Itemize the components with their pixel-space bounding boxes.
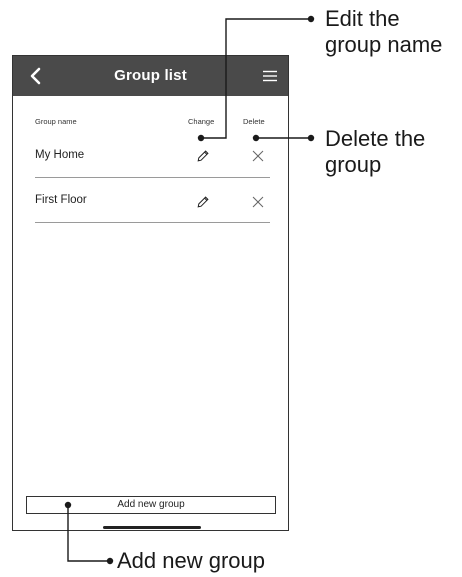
callout-edit-line2: group name [325, 32, 443, 57]
delete-callout-end-dot [307, 134, 315, 142]
add-callout-line [67, 505, 108, 562]
callout-edit-line1: Edit the [325, 6, 400, 31]
callout-edit-group-name: Edit the group name [325, 6, 442, 58]
callout-delete-line2: group [325, 152, 382, 177]
edit-callout-end-dot [307, 15, 315, 23]
callout-add-new-group: Add new group [117, 548, 265, 573]
callout-delete-line1: Delete the [325, 126, 426, 151]
add-callout-end-dot [106, 557, 114, 565]
callout-leaders [64, 15, 315, 565]
callout-delete-group: Delete the group [325, 126, 425, 178]
edit-callout-line [201, 18, 309, 139]
